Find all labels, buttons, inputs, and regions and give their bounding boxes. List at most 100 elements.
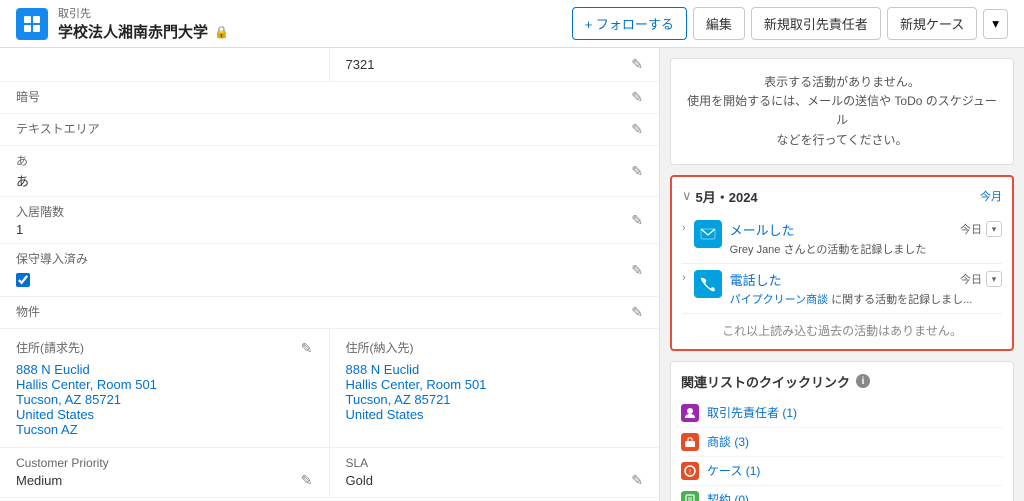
customer-priority-col: Customer Priority Medium ✎ bbox=[0, 448, 330, 497]
billing-line5[interactable]: Tucson AZ bbox=[16, 422, 313, 437]
pipeline-link[interactable]: パイプクリーン商談 bbox=[730, 294, 828, 306]
activity-month: 5月・2024 bbox=[696, 187, 758, 206]
shipping-line4[interactable]: United States bbox=[346, 407, 644, 422]
expand-arrow-2[interactable]: › bbox=[682, 272, 686, 284]
no-activity-text: 表示する活動がありません。使用を開始するには、メールの送信や ToDo のスケジ… bbox=[687, 75, 997, 147]
activity-title-1[interactable]: メールした bbox=[730, 220, 795, 239]
billing-line3[interactable]: Tucson, AZ 85721 bbox=[16, 392, 313, 407]
activity-dropdown-1[interactable]: ▾ bbox=[986, 221, 1002, 237]
billing-address-col: 住所(請求先) ✎ 888 N Euclid Hallis Center, Ro… bbox=[0, 329, 330, 447]
number-value: 7321 bbox=[346, 57, 375, 72]
activity-sub-1: Grey Jane さんとの活動を記録しました bbox=[730, 241, 1002, 257]
number-edit-icon[interactable]: ✎ bbox=[631, 56, 643, 73]
保守導入済み-checkbox[interactable] bbox=[16, 273, 30, 287]
billing-address-edit-icon[interactable]: ✎ bbox=[301, 340, 313, 357]
activity-time-1: 今日 ▾ bbox=[960, 221, 1002, 237]
page-title: 学校法人湘南赤門大学 🔒 bbox=[58, 21, 229, 42]
activity-body-1: メールした 今日 ▾ Grey Jane さんとの活動を記録しました bbox=[730, 220, 1002, 257]
入居階数-label: 入居階数 bbox=[16, 203, 64, 220]
activity-title-row-1: メールした 今日 ▾ bbox=[730, 220, 1002, 239]
テキストエリア-label: テキストエリア bbox=[16, 120, 100, 137]
入居階数-edit-icon[interactable]: ✎ bbox=[631, 212, 643, 229]
new-case-button[interactable]: 新規ケース bbox=[887, 7, 977, 40]
activity-sub-2: パイプクリーン商談 に関する活動を記録しまし... bbox=[730, 291, 1002, 307]
quicklink-商談: 商談 (3) bbox=[681, 428, 1003, 457]
activity-item-1: › メールした 今日 ▾ Grey Jane さんとの bbox=[682, 214, 1002, 264]
contact-icon bbox=[684, 407, 696, 419]
page-header: 取引先 学校法人湘南赤門大学 🔒 + フォローする 編集 新規取引先責任者 新規… bbox=[0, 0, 1024, 48]
phone-activity-icon bbox=[694, 270, 722, 298]
field-暗号: 暗号 ✎ bbox=[0, 82, 659, 114]
quicklinks-header: 関連リストのクイックリンク i bbox=[681, 372, 1003, 391]
ql-link-取引先責任者[interactable]: 取引先責任者 (1) bbox=[707, 404, 797, 421]
follow-button[interactable]: + フォローする bbox=[572, 7, 687, 40]
billing-address-label: 住所(請求先) bbox=[16, 339, 84, 356]
sla-col: SLA Gold ✎ bbox=[330, 448, 660, 497]
暗号-edit-icon[interactable]: ✎ bbox=[631, 89, 643, 106]
case-ql-icon: ! bbox=[681, 462, 699, 480]
保守導入済み-edit-icon[interactable]: ✎ bbox=[631, 262, 643, 279]
header-actions: + フォローする 編集 新規取引先責任者 新規ケース ▾ bbox=[572, 7, 1008, 40]
shipping-line1[interactable]: 888 N Euclid bbox=[346, 362, 644, 377]
field-テキストエリア: テキストエリア ✎ bbox=[0, 114, 659, 146]
shipping-line3[interactable]: Tucson, AZ 85721 bbox=[346, 392, 644, 407]
expand-arrow-1[interactable]: › bbox=[682, 222, 686, 234]
new-contact-button[interactable]: 新規取引先責任者 bbox=[751, 7, 881, 40]
left-panel: 7321 ✎ 暗号 ✎ テキストエリア ✎ あ あ bbox=[0, 48, 660, 501]
quicklink-ケース: ! ケース (1) bbox=[681, 457, 1003, 486]
main-content: 7321 ✎ 暗号 ✎ テキストエリア ✎ あ あ bbox=[0, 48, 1024, 501]
あ-value: あ bbox=[16, 171, 29, 190]
email-activity-icon bbox=[694, 220, 722, 248]
this-month-badge: 今月 bbox=[980, 188, 1002, 204]
header-left: 取引先 学校法人湘南赤門大学 🔒 bbox=[16, 5, 229, 42]
ql-link-商談[interactable]: 商談 (3) bbox=[707, 433, 749, 450]
contact-ql-icon bbox=[681, 404, 699, 422]
activity-item-2: › 電話した 今日 ▾ パイプクリーン商談 bbox=[682, 264, 1002, 314]
quicklinks-section: 関連リストのクイックリンク i 取引先責任者 (1) 商談 (3) ! ケ bbox=[670, 361, 1014, 501]
ql-link-ケース[interactable]: ケース (1) bbox=[707, 462, 760, 479]
activity-dropdown-2[interactable]: ▾ bbox=[986, 271, 1002, 287]
app-icon bbox=[16, 8, 48, 40]
保守導入済み-label: 保守導入済み bbox=[16, 250, 88, 267]
no-more-activity: これ以上読み込む過去の活動はありません。 bbox=[682, 314, 1002, 339]
sla-label: SLA bbox=[346, 456, 644, 470]
billing-line1[interactable]: 888 N Euclid bbox=[16, 362, 313, 377]
quicklink-契約: 契約 (0) bbox=[681, 486, 1003, 501]
customer-priority-edit-icon[interactable]: ✎ bbox=[301, 472, 313, 489]
ql-link-契約[interactable]: 契約 (0) bbox=[707, 491, 749, 501]
phone-icon bbox=[700, 276, 716, 292]
sla-edit-icon[interactable]: ✎ bbox=[631, 472, 643, 489]
right-panel: 表示する活動がありません。使用を開始するには、メールの送信や ToDo のスケジ… bbox=[660, 48, 1024, 501]
あ-edit-icon[interactable]: ✎ bbox=[631, 163, 643, 180]
billing-line2[interactable]: Hallis Center, Room 501 bbox=[16, 377, 313, 392]
入居階数-value: 1 bbox=[16, 222, 64, 237]
edit-button[interactable]: 編集 bbox=[693, 7, 745, 40]
more-actions-button[interactable]: ▾ bbox=[983, 9, 1008, 39]
bottom-row: Customer Priority Medium ✎ SLA Gold ✎ bbox=[0, 448, 659, 498]
quicklinks-title: 関連リストのクイックリンク bbox=[681, 372, 850, 391]
email-icon bbox=[700, 226, 716, 242]
deal-ql-icon bbox=[681, 433, 699, 451]
customer-priority-label: Customer Priority bbox=[16, 456, 313, 470]
activity-body-2: 電話した 今日 ▾ パイプクリーン商談 に関する活動を記録しまし... bbox=[730, 270, 1002, 307]
billing-line4[interactable]: United States bbox=[16, 407, 313, 422]
field-物件: 物件 ✎ bbox=[0, 297, 659, 329]
activity-title-2[interactable]: 電話した bbox=[730, 270, 782, 289]
shipping-line2[interactable]: Hallis Center, Room 501 bbox=[346, 377, 644, 392]
テキストエリア-edit-icon[interactable]: ✎ bbox=[631, 121, 643, 138]
contract-icon bbox=[684, 494, 696, 501]
field-あ: あ あ ✎ bbox=[0, 146, 659, 197]
activity-title-row-2: 電話した 今日 ▾ bbox=[730, 270, 1002, 289]
field-入居階数: 入居階数 1 ✎ bbox=[0, 197, 659, 244]
info-icon: i bbox=[856, 374, 870, 388]
no-activity-box: 表示する活動がありません。使用を開始するには、メールの送信や ToDo のスケジ… bbox=[670, 58, 1014, 165]
address-section: 住所(請求先) ✎ 888 N Euclid Hallis Center, Ro… bbox=[0, 329, 659, 448]
shipping-address-col: 住所(納入先) 888 N Euclid Hallis Center, Room… bbox=[330, 329, 660, 447]
activity-time-2: 今日 ▾ bbox=[960, 271, 1002, 287]
物件-label: 物件 bbox=[16, 303, 40, 320]
shipping-address-label: 住所(納入先) bbox=[346, 339, 414, 356]
物件-edit-icon[interactable]: ✎ bbox=[631, 304, 643, 321]
number-col: 7321 ✎ bbox=[330, 48, 660, 81]
暗号-label: 暗号 bbox=[16, 88, 40, 105]
lock-icon: 🔒 bbox=[214, 25, 229, 39]
